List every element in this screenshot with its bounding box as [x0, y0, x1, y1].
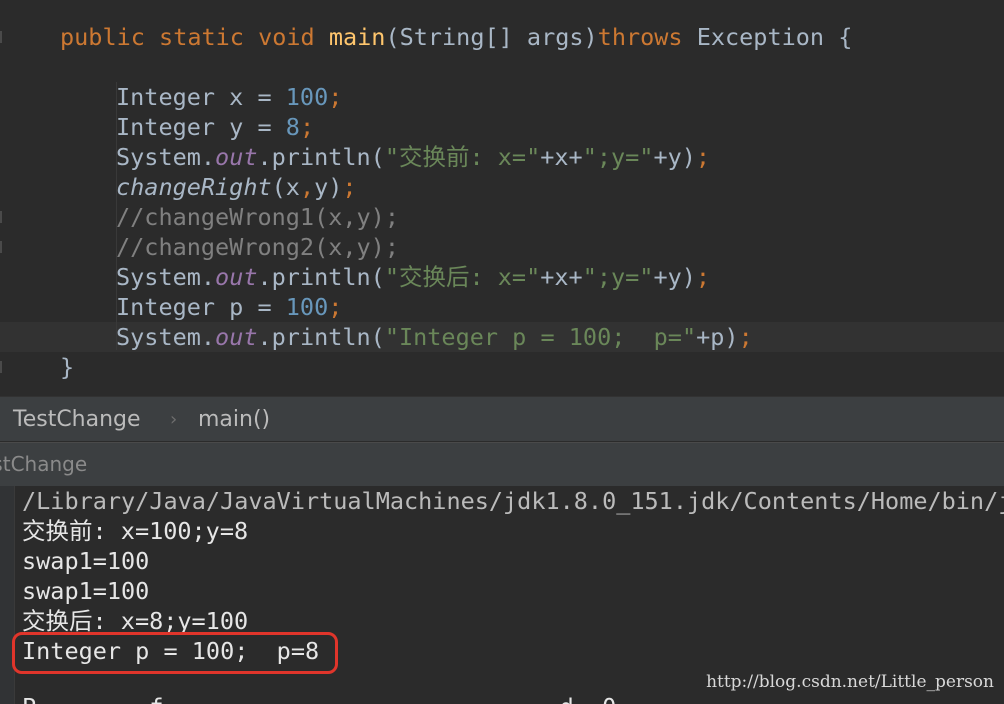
fold-marker[interactable] [0, 241, 2, 253]
code-line[interactable]: //changeWrong2(x,y); [116, 232, 399, 262]
code-token: , [299, 173, 315, 201]
code-token: +y) [653, 263, 696, 291]
run-tool-window-header: estChange [0, 442, 1004, 486]
code-line[interactable]: Integer y = 8; [116, 112, 314, 142]
code-token: out [215, 263, 258, 291]
code-token: "Integer p = 100; p=" [384, 323, 697, 351]
code-token: +p) [696, 323, 739, 351]
code-token: ; [328, 293, 343, 321]
code-token: } [60, 353, 75, 381]
code-line[interactable]: System.out.println("Integer p = 100; p="… [116, 322, 753, 352]
code-editor[interactable]: public static void main(String[] args)th… [0, 0, 1004, 396]
fold-marker[interactable] [0, 31, 2, 43]
code-token: (String[] args) [385, 23, 598, 51]
code-token: 8 [285, 113, 300, 141]
watermark: http://blog.csdn.net/Little_person [706, 672, 994, 692]
code-token: (x [271, 173, 300, 201]
code-token: //changeWrong2(x,y); [116, 233, 399, 261]
code-token: 100 [285, 83, 329, 111]
console-output[interactable]: /Library/Java/JavaVirtualMachines/jdk1.8… [0, 486, 1004, 704]
code-token: Integer x = [116, 83, 286, 111]
code-token: System. [116, 143, 216, 171]
code-token: ; [342, 173, 357, 201]
code-token: System. [116, 263, 216, 291]
code-token: main [328, 23, 386, 51]
code-token: void [258, 23, 329, 51]
code-token: out [215, 143, 258, 171]
code-token: "交换前: x=" [384, 143, 541, 171]
code-token: ; [299, 113, 315, 141]
code-token: y) [314, 173, 343, 201]
console-toolbar-strip [0, 486, 15, 704]
code-token: ";y=" [582, 263, 654, 291]
code-line[interactable]: Integer p = 100; [116, 292, 342, 322]
code-token: ";y=" [582, 143, 654, 171]
console-line-partial: P f d 0 [22, 692, 616, 704]
code-token: changeRight [116, 173, 272, 201]
code-token: Exception { [696, 23, 853, 51]
breadcrumb: TestChange › main() [0, 396, 1004, 442]
code-token: .println( [257, 263, 385, 291]
console-line: swap1=100 [22, 547, 150, 575]
code-token: public [60, 23, 160, 51]
console-line: swap1=100 [22, 577, 150, 605]
code-line[interactable]: //changeWrong1(x,y); [116, 202, 399, 232]
code-token: Integer y = [116, 113, 286, 141]
run-tab-title[interactable]: estChange [0, 443, 87, 485]
red-highlight-annotation [12, 632, 338, 674]
code-token: .println( [257, 143, 385, 171]
code-token: 100 [285, 293, 329, 321]
code-token: +x+ [540, 263, 583, 291]
breadcrumb-class[interactable]: TestChange [13, 397, 141, 443]
code-token: ; [695, 143, 711, 171]
code-token: .println( [257, 323, 385, 351]
code-token: +x+ [540, 143, 583, 171]
code-token: +y) [653, 143, 696, 171]
fold-marker[interactable] [0, 361, 2, 373]
code-line[interactable]: Integer x = 100; [116, 82, 342, 112]
code-token: throws [597, 23, 697, 51]
code-token: ; [328, 83, 343, 111]
code-token: Integer p = [116, 293, 286, 321]
code-token: System. [116, 323, 216, 351]
console-line: /Library/Java/JavaVirtualMachines/jdk1.8… [22, 487, 1004, 515]
breadcrumb-method[interactable]: main() [198, 397, 270, 443]
fold-marker[interactable] [0, 211, 2, 223]
code-token: static [159, 23, 259, 51]
code-token: ; [695, 263, 711, 291]
code-token: //changeWrong1(x,y); [116, 203, 399, 231]
code-token: "交换后: x=" [384, 263, 541, 291]
console-line: 交换前: x=100;y=8 [22, 517, 249, 545]
code-line[interactable]: public static void main(String[] args)th… [60, 22, 852, 52]
code-line[interactable]: System.out.println("交换前: x="+x+";y="+y); [116, 142, 710, 172]
code-line[interactable]: System.out.println("交换后: x="+x+";y="+y); [116, 262, 710, 292]
breadcrumb-separator-icon: › [170, 409, 178, 430]
code-token: ; [738, 323, 753, 351]
code-line[interactable]: changeRight(x,y); [116, 172, 357, 202]
code-line[interactable]: } [60, 352, 74, 382]
code-token: out [215, 323, 258, 351]
